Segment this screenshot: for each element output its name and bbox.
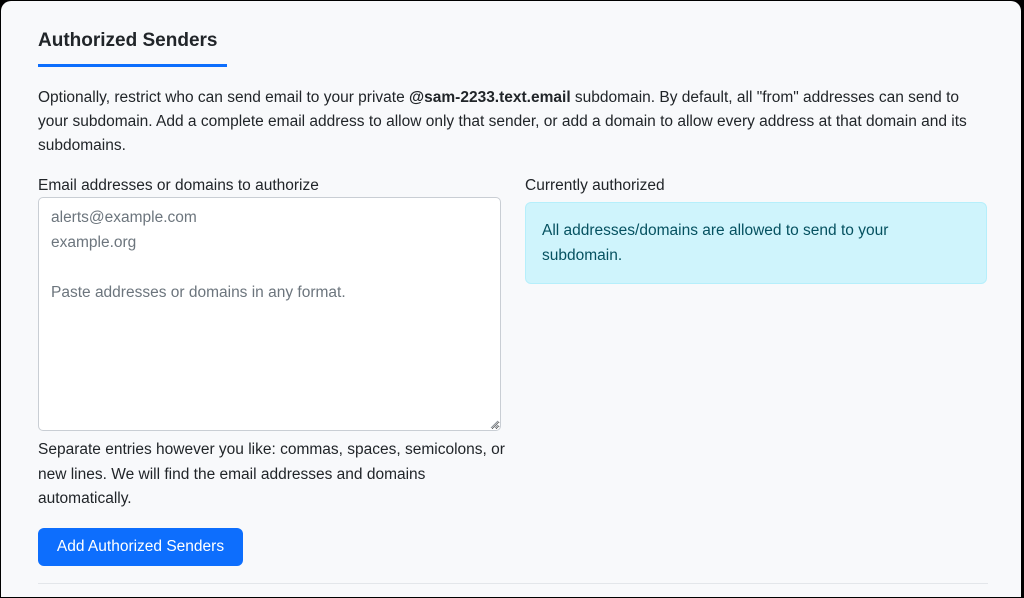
title-underline bbox=[38, 64, 227, 67]
authorize-field-label: Email addresses or domains to authorize bbox=[38, 177, 319, 194]
authorize-senders-textarea[interactable] bbox=[38, 197, 501, 431]
resize-grip-icon[interactable] bbox=[489, 419, 499, 429]
subdomain-name: @sam-2233.text.email bbox=[409, 89, 571, 106]
add-authorized-senders-button[interactable]: Add Authorized Senders bbox=[38, 528, 243, 566]
intro-text-start: Optionally, restrict who can send email … bbox=[38, 89, 410, 106]
intro-text: Optionally, restrict who can send email … bbox=[38, 86, 988, 158]
currently-authorized-alert: All addresses/domains are allowed to sen… bbox=[525, 202, 987, 284]
authorized-senders-panel: Authorized Senders Optionally, restrict … bbox=[1, 1, 1021, 597]
separator-help-text: Separate entries however you like: comma… bbox=[38, 441, 505, 507]
section-title: Authorized Senders bbox=[38, 30, 218, 51]
currently-authorized-label: Currently authorized bbox=[525, 177, 665, 194]
section-divider bbox=[38, 583, 988, 584]
